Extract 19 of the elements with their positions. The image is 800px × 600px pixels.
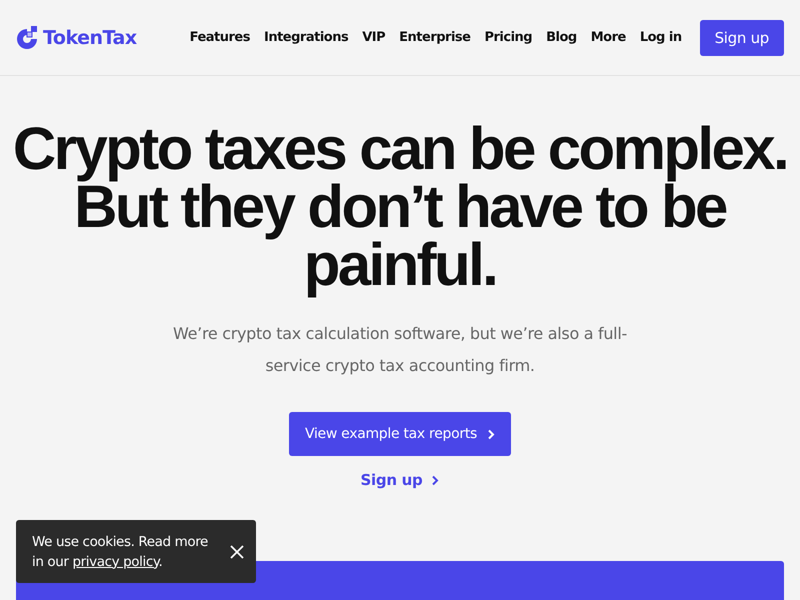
login-link[interactable]: Log in xyxy=(640,30,682,45)
nav-link[interactable]: Pricing xyxy=(484,30,532,45)
cookie-message: We use cookies. Read more in our privacy policy. xyxy=(32,532,209,572)
privacy-policy-link[interactable]: privacy policy xyxy=(72,554,159,570)
nav-link[interactable]: Integrations xyxy=(264,30,348,45)
subtitle: We’re crypto tax calculation software, but we’re also a full-service crypto tax accounting firm. xyxy=(172,323,628,377)
close-icon[interactable] xyxy=(230,544,244,558)
nav-link[interactable]: More xyxy=(590,30,626,45)
nav-link[interactable]: Features xyxy=(190,30,250,45)
nav-link[interactable]: Enterprise xyxy=(399,30,470,45)
logo-icon xyxy=(16,25,38,50)
chevron-icon xyxy=(487,428,496,440)
nav-link[interactable]: Blog xyxy=(546,30,577,45)
view-reports-button[interactable]: View example tax reports xyxy=(288,412,512,456)
signup-button[interactable]: Sign up xyxy=(700,20,784,56)
logo-text[interactable]: TokenTax xyxy=(43,26,137,48)
signup-link[interactable]: Sign up xyxy=(360,471,440,489)
nav-link[interactable]: VIP xyxy=(362,30,386,45)
chevron-icon xyxy=(431,474,440,486)
